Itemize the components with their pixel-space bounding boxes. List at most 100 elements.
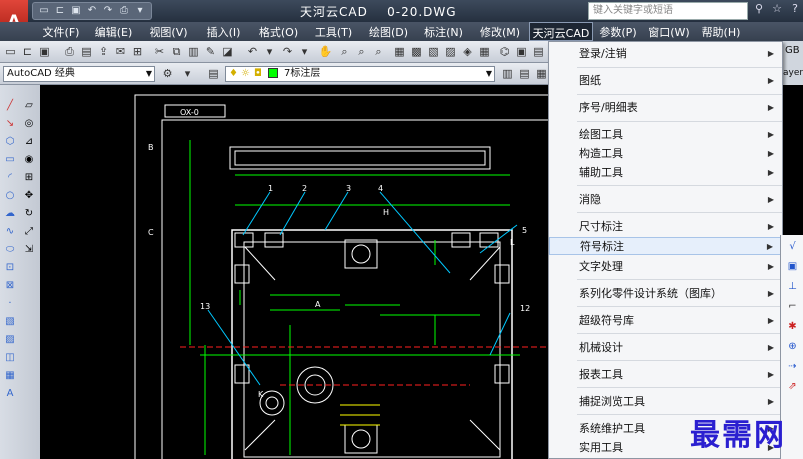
point-icon[interactable]: · [3, 297, 17, 311]
taper-icon[interactable]: ✱ [785, 319, 800, 334]
menu-tools[interactable]: 工具(T) [306, 22, 361, 41]
help-icon[interactable]: ▤ [531, 44, 546, 59]
copy-object-icon[interactable]: ◎ [22, 117, 36, 131]
customize-icon[interactable]: ▾ [180, 66, 195, 81]
open-file-icon[interactable]: ⊏ [53, 5, 67, 17]
insert-block-icon[interactable]: ⊡ [3, 261, 17, 275]
menu-item-aux-tools[interactable]: 辅助工具 ▶ [549, 164, 782, 182]
tolerance-frame-icon[interactable]: ▣ [785, 259, 800, 274]
menu-window[interactable]: 窗口(W) [643, 22, 695, 41]
menu-item-login[interactable]: 登录/注销 ▶ [549, 45, 782, 63]
menu-item-symbol[interactable]: 符号标注 ▶ [549, 237, 782, 255]
chevron-down-icon[interactable]: ▾ [133, 5, 147, 17]
print-icon[interactable]: ⎙ [117, 5, 131, 17]
menu-help[interactable]: 帮助(H) [695, 22, 747, 41]
design-center-icon[interactable]: ▩ [409, 44, 424, 59]
menu-item-draw-tools[interactable]: 绘图工具 ▶ [549, 126, 782, 144]
star-icon[interactable]: ☆ [770, 2, 784, 18]
rectangle-icon[interactable]: ▭ [3, 153, 17, 167]
menu-parametric[interactable]: 参数(P) [593, 22, 643, 41]
markup-icon[interactable]: ◈ [460, 44, 475, 59]
menu-item-bom[interactable]: 序号/明细表 ▶ [549, 99, 782, 117]
move-icon[interactable]: ✥ [22, 189, 36, 203]
pan-icon[interactable]: ✋ [318, 44, 333, 59]
plot-preview-icon[interactable]: ▤ [79, 44, 94, 59]
ellipse-icon[interactable]: ⬭ [3, 243, 17, 257]
menu-format[interactable]: 格式(O) [251, 22, 306, 41]
match-properties-icon[interactable]: ✎ [203, 44, 218, 59]
print-icon[interactable]: ⎙ [62, 44, 77, 59]
image-icon[interactable]: ▣ [514, 44, 529, 59]
drawing-canvas[interactable]: 1 2 3 4 5 12 13 H A B C K L OX-0 [40, 85, 548, 459]
menu-item-hide[interactable]: 消隐 ▶ [549, 191, 782, 209]
help-icon[interactable]: ? [788, 2, 802, 18]
binoculars-icon[interactable]: ⚲ [752, 2, 766, 18]
search-input[interactable]: 键入关键字或短语 [588, 2, 748, 20]
dbconnect-icon[interactable]: ⌬ [497, 44, 512, 59]
workspace-settings-icon[interactable]: ⚙ [160, 66, 175, 81]
section-arrow-icon[interactable]: ⇢ [785, 359, 800, 374]
menu-item-symbol-library[interactable]: 超级符号库 ▶ [549, 312, 782, 330]
calculator-icon[interactable]: ▦ [477, 44, 492, 59]
circle-icon[interactable]: ○ [3, 189, 17, 203]
menu-tianhe-cad[interactable]: 天河云CAD [529, 22, 593, 41]
table-icon[interactable]: ▦ [3, 369, 17, 383]
save-icon[interactable]: ▣ [69, 5, 83, 17]
layer-previous-icon[interactable]: ▤ [517, 66, 532, 81]
undo-icon[interactable]: ↶ [245, 44, 260, 59]
zoom-realtime-icon[interactable]: ⌕ [337, 44, 352, 59]
region-icon[interactable]: ◫ [3, 351, 17, 365]
menu-edit[interactable]: 编辑(E) [86, 22, 141, 41]
offset-icon[interactable]: ◉ [22, 153, 36, 167]
zoom-window-icon[interactable]: ⌕ [354, 44, 369, 59]
block-editor-icon[interactable]: ◪ [220, 44, 235, 59]
view-direction-icon[interactable]: ⇗ [785, 379, 800, 394]
menu-item-parts-library[interactable]: 系列化零件设计系统（图库） ▶ [549, 285, 782, 303]
properties-icon[interactable]: ▦ [392, 44, 407, 59]
tool-palettes-icon[interactable]: ▧ [426, 44, 441, 59]
menu-item-drawing-sheet[interactable]: 图纸 ▶ [549, 72, 782, 90]
polyline-icon[interactable]: ↘ [3, 117, 17, 131]
chevron-down-icon[interactable]: ▾ [297, 44, 312, 59]
make-current-icon[interactable]: ▥ [500, 66, 515, 81]
etransmit-icon[interactable]: ✉ [113, 44, 128, 59]
datum-icon[interactable]: ⊥ [785, 279, 800, 294]
cut-icon[interactable]: ✂ [152, 44, 167, 59]
spline-icon[interactable]: ∿ [3, 225, 17, 239]
menu-item-snap-browse[interactable]: 捕捉浏览工具 ▶ [549, 393, 782, 411]
stretch-icon[interactable]: ⇲ [22, 243, 36, 257]
menu-item-text[interactable]: 文字处理 ▶ [549, 258, 782, 276]
layer-state-icon[interactable]: ▦ [534, 66, 549, 81]
open-icon[interactable]: ⊏ [20, 44, 35, 59]
chevron-down-icon[interactable]: ▾ [262, 44, 277, 59]
line-icon[interactable]: ╱ [3, 99, 17, 113]
gradient-icon[interactable]: ▨ [3, 333, 17, 347]
weld-icon[interactable]: ⌐ [785, 299, 800, 314]
center-hole-icon[interactable]: ⊕ [785, 339, 800, 354]
undo-icon[interactable]: ↶ [85, 5, 99, 17]
menu-item-report-tools[interactable]: 报表工具 ▶ [549, 366, 782, 384]
new-file-icon[interactable]: ▭ [37, 5, 51, 17]
menu-item-dimension[interactable]: 尺寸标注 ▶ [549, 218, 782, 236]
make-block-icon[interactable]: ⊠ [3, 279, 17, 293]
menu-modify[interactable]: 修改(M) [471, 22, 529, 41]
workspace-select[interactable]: AutoCAD 经典 ▼ [3, 66, 155, 82]
layer-select[interactable]: ♦ ☼ ◘ 7标注层 ▼ [225, 66, 495, 82]
scale-icon[interactable]: ⤢ [22, 225, 36, 239]
hatch-icon[interactable]: ▧ [3, 315, 17, 329]
arc-icon[interactable]: ◜ [3, 171, 17, 185]
menu-dimension[interactable]: 标注(N) [416, 22, 471, 41]
erase-icon[interactable]: ▱ [22, 99, 36, 113]
save-icon[interactable]: ▣ [37, 44, 52, 59]
publish-icon[interactable]: ⇪ [96, 44, 111, 59]
sheet-set-manager-icon[interactable]: ▨ [443, 44, 458, 59]
polygon-icon[interactable]: ⬡ [3, 135, 17, 149]
menu-view[interactable]: 视图(V) [141, 22, 196, 41]
rotate-icon[interactable]: ↻ [22, 207, 36, 221]
copy-icon[interactable]: ⧉ [169, 44, 184, 59]
layer-manager-icon[interactable]: ▤ [206, 66, 221, 81]
roughness-icon[interactable]: √ [785, 239, 800, 254]
menu-item-mech-design[interactable]: 机械设计 ▶ [549, 339, 782, 357]
menu-item-construct-tools[interactable]: 构造工具 ▶ [549, 145, 782, 163]
mtext-icon[interactable]: A [3, 387, 17, 401]
